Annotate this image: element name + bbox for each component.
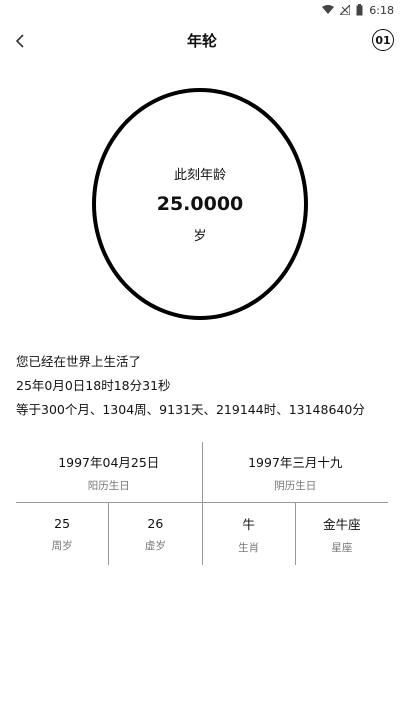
full-age-label: 周岁	[51, 539, 73, 552]
constellation-label: 星座	[331, 541, 353, 554]
wifi-icon	[322, 5, 335, 15]
zodiac-label: 生肖	[238, 541, 260, 554]
lunar-birthday-cell: 1997年三月十九 阴历生日	[201, 442, 389, 502]
nominal-age-cell: 26 虚岁	[108, 503, 201, 565]
page-title: 年轮	[186, 32, 217, 50]
counter-badge-button[interactable]: 01	[372, 29, 394, 51]
full-age-cell: 25 周岁	[16, 503, 108, 565]
full-age-value: 25	[54, 515, 71, 531]
zodiac-cell: 牛 生肖	[201, 503, 295, 565]
nominal-age-label: 虚岁	[144, 539, 166, 552]
summary-equivalents: 等于300个月、1304周、9131天、219144时、13148640分	[16, 402, 365, 417]
age-ring: 此刻年龄 25.0000 岁	[92, 88, 308, 320]
current-age-unit: 岁	[193, 229, 207, 244]
current-age-label: 此刻年龄	[173, 168, 226, 183]
signal-icon	[340, 5, 351, 15]
constellation-value: 金牛座	[323, 516, 361, 532]
battery-icon	[356, 4, 363, 16]
attributes-row: 25 周岁 26 虚岁 牛 生肖 金牛座 星座	[16, 503, 388, 565]
zodiac-value: 牛	[242, 516, 255, 532]
birthday-row: 1997年04月25日 阳历生日 1997年三月十九 阴历生日	[16, 442, 388, 503]
current-age-value: 25.0000	[156, 193, 244, 215]
summary-intro: 您已经在世界上生活了	[16, 354, 142, 369]
solar-birthday-label: 阳历生日	[87, 479, 130, 492]
nominal-age-value: 26	[147, 515, 164, 531]
solar-birthday-cell: 1997年04月25日 阳历生日	[16, 442, 202, 502]
lunar-birthday-value: 1997年三月十九	[248, 454, 343, 470]
constellation-cell: 金牛座 星座	[294, 503, 388, 565]
summary-duration: 25年0月0日18时18分31秒	[16, 378, 171, 393]
app-bar: 年轮 01	[0, 22, 404, 60]
status-bar: 6:18	[0, 0, 404, 20]
lunar-birthday-label: 阴历生日	[274, 479, 317, 492]
app-screen: 6:18 年轮 01 此刻年龄 25.0000 岁 您已经在世界上生活了 25年…	[0, 0, 404, 720]
life-summary: 您已经在世界上生活了 25年0月0日18时18分31秒 等于300个月、1304…	[16, 350, 365, 422]
status-time: 6:18	[369, 3, 394, 17]
solar-birthday-value: 1997年04月25日	[58, 454, 160, 470]
